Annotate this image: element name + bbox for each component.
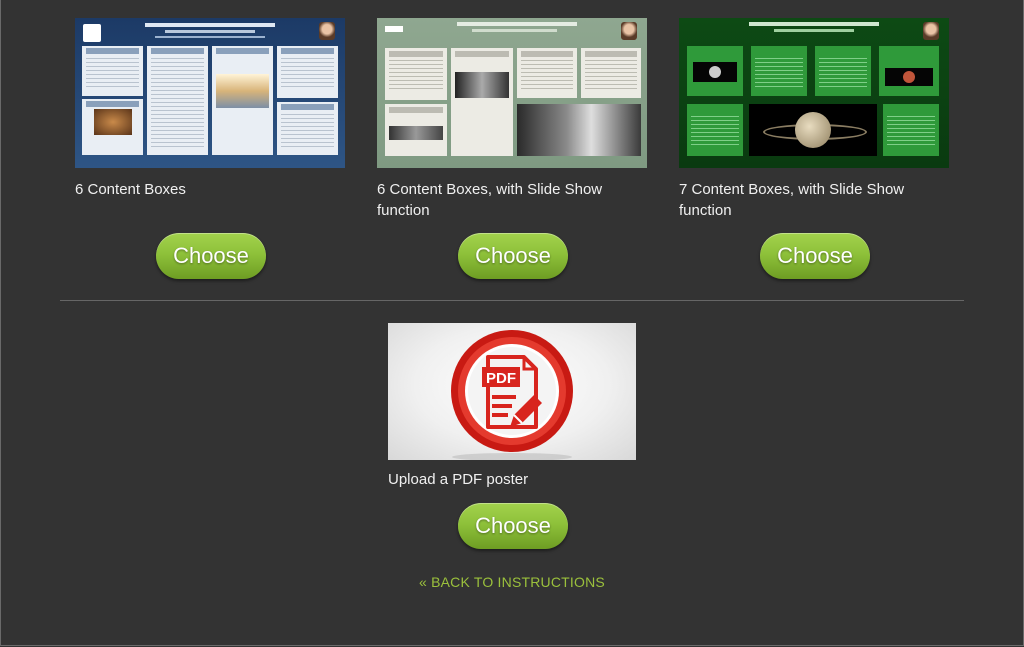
pdf-upload-thumbnail[interactable]: PDF [388,323,636,461]
template-card-3: 7 Content Boxes, with Slide Show functio… [679,18,949,221]
section-divider [60,300,964,301]
choose-button-2[interactable]: Choose [458,233,568,279]
pdf-document-icon: PDF [451,330,573,461]
template-thumbnail-2[interactable] [377,18,647,168]
template-caption-3: 7 Content Boxes, with Slide Show functio… [679,181,905,219]
choose-button-3[interactable]: Choose [760,233,870,279]
template-caption-1: 6 Content Boxes [75,181,186,198]
template-thumbnail-3[interactable] [679,18,949,168]
choose-pdf-button[interactable]: Choose [458,503,568,549]
pdf-upload-caption: Upload a PDF poster [388,471,529,488]
pdf-label-text: PDF [486,370,516,387]
template-thumbnail-1[interactable] [75,18,345,168]
template-card-2: 6 Content Boxes, with Slide Show functio… [377,18,647,221]
template-card-1: 6 Content Boxes [75,18,345,200]
template-caption-2: 6 Content Boxes, with Slide Show functio… [377,181,603,219]
back-to-instructions-link[interactable]: « BACK TO INSTRUCTIONS [0,574,1024,590]
choose-button-1[interactable]: Choose [156,233,266,279]
